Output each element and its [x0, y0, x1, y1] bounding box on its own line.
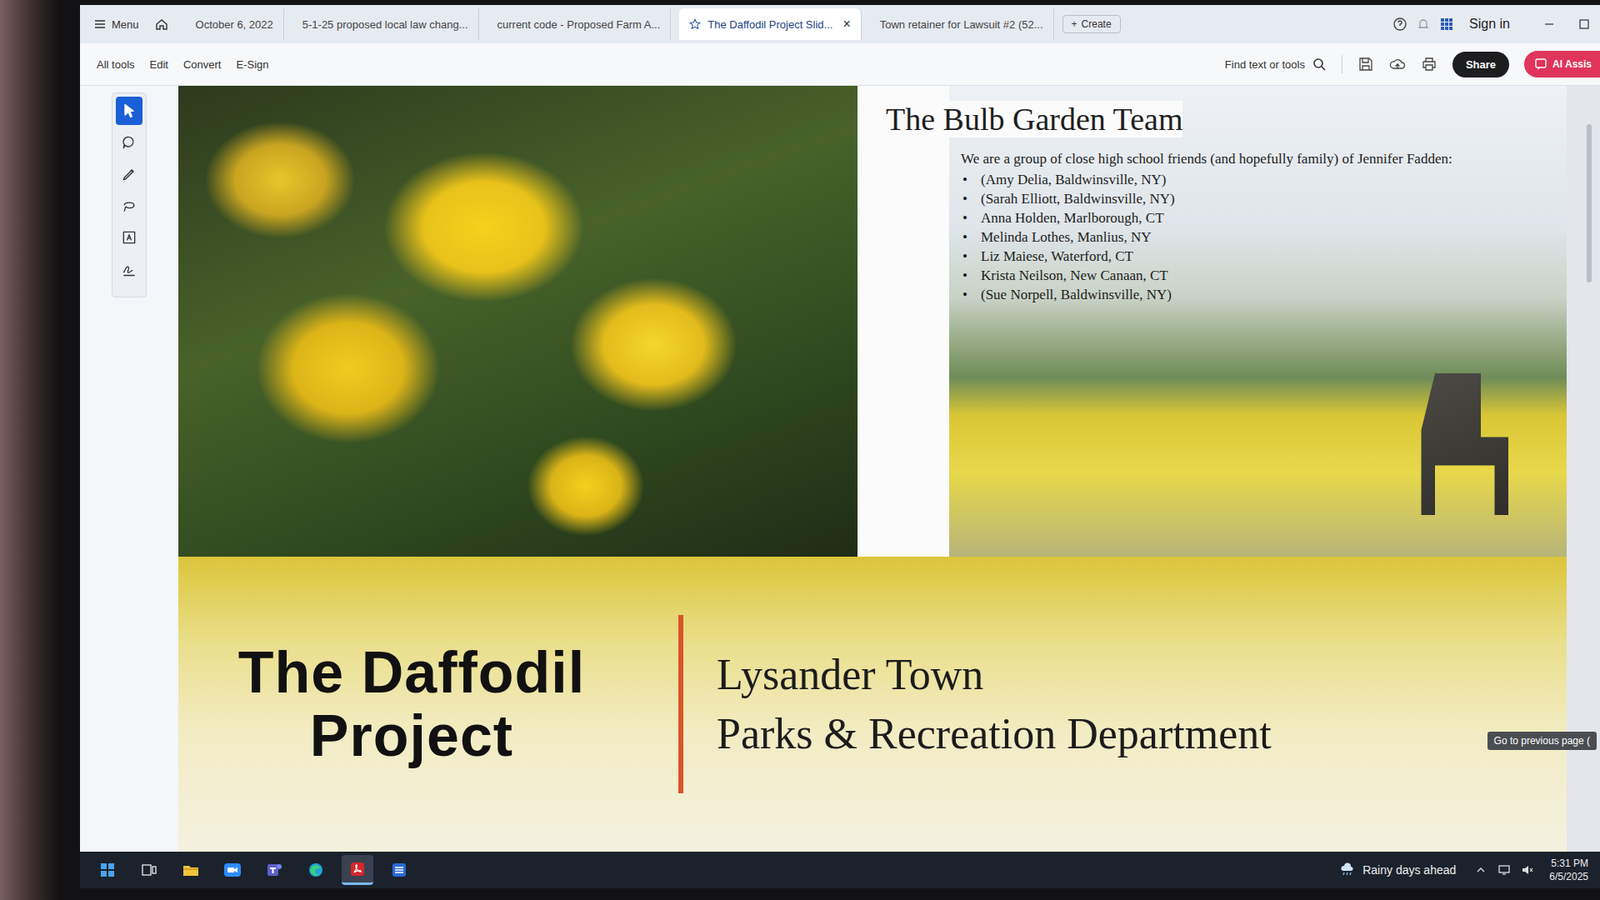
taskbar-app[interactable]: [216, 855, 249, 885]
task-view-icon: [140, 860, 159, 880]
monitor: Menu October 6, 20225-1-25 proposed local…: [0, 0, 1600, 900]
weather-widget[interactable]: Rainy days ahead: [1339, 861, 1456, 879]
chevron-up-icon[interactable]: [1474, 863, 1488, 877]
windows-icon: [98, 860, 117, 880]
screen: Menu October 6, 20225-1-25 proposed local…: [80, 5, 1600, 889]
team-title: The Bulb Garden Team: [877, 100, 1183, 138]
lasso-icon: [120, 197, 138, 215]
close-tab-button[interactable]: ×: [842, 16, 850, 32]
document-view: The Bulb Garden Team We are a group of cl…: [178, 85, 1600, 852]
select-icon: [120, 102, 138, 120]
pen-icon: [120, 165, 138, 183]
toolbar-item[interactable]: Edit: [150, 58, 169, 71]
team-member: •Anna Holden, Marlborough, CT: [960, 208, 1550, 228]
toolbar-item[interactable]: All tools: [96, 58, 135, 71]
taskbar-app[interactable]: [133, 855, 165, 885]
acrobat-icon: [348, 860, 367, 879]
previous-page-tooltip: Go to previous page (: [1487, 731, 1597, 750]
team-member: •Krista Neilson, New Canaan, CT: [960, 265, 1550, 285]
search-icon: [1311, 56, 1327, 72]
home-icon[interactable]: [154, 16, 170, 32]
rain-cloud-icon: [1339, 861, 1356, 879]
network-icon[interactable]: [1497, 863, 1511, 877]
apps-grid-icon[interactable]: [1439, 16, 1455, 32]
toolbar-item[interactable]: E-Sign: [235, 58, 269, 71]
save-icon[interactable]: [1357, 55, 1375, 73]
taskbar-app[interactable]: [175, 855, 207, 885]
title-band: The Daffodil Project Lysander Town Parks &…: [178, 556, 1567, 852]
tab[interactable]: The Daffodil Project Slid...×: [679, 8, 861, 40]
teams-icon: [265, 860, 284, 880]
garden-photo: The Bulb Garden TeamWe are a group of cl…: [949, 85, 1567, 557]
tab[interactable]: current code - Proposed Farm A...: [487, 8, 672, 40]
word-icon: [390, 860, 409, 880]
create-button[interactable]: +Create: [1062, 15, 1121, 34]
tool-rail: [111, 92, 147, 298]
tool-button[interactable]: [115, 223, 143, 252]
taskbar: Rainy days ahead 5:31 PM6/5/2025: [80, 851, 1600, 889]
bench-figure: [1416, 373, 1509, 515]
taskbar-app[interactable]: [341, 855, 374, 885]
taskbar-app[interactable]: [258, 855, 290, 885]
team-member: •(Amy Delia, Baldwinsville, NY): [960, 170, 1550, 190]
bell-icon[interactable]: [1415, 16, 1431, 32]
team-member: •Melinda Lothes, Manlius, NY: [960, 227, 1550, 247]
sign-in-button[interactable]: Sign in: [1469, 16, 1510, 32]
team-intro: We are a group of close high school frie…: [960, 149, 1550, 169]
team-member: •Liz Maiese, Waterford, CT: [960, 246, 1550, 266]
help-icon[interactable]: [1392, 16, 1408, 32]
tab-bar: Menu October 6, 20225-1-25 proposed local…: [80, 5, 1600, 44]
minimize-icon[interactable]: [1541, 16, 1557, 32]
volume-muted-icon[interactable]: [1520, 863, 1535, 877]
organization-line: Lysander Town: [716, 650, 1272, 700]
tool-button[interactable]: [115, 255, 143, 284]
slide: The Bulb Garden Team We are a group of cl…: [178, 85, 1567, 852]
clock[interactable]: 5:31 PM6/5/2025: [1549, 856, 1589, 884]
tool-button[interactable]: [115, 96, 143, 125]
slide-title: The Daffodil Project: [178, 640, 645, 768]
share-button[interactable]: Share: [1452, 51, 1510, 78]
ai-assistant-icon: [1534, 57, 1548, 71]
tool-button[interactable]: [115, 160, 143, 189]
upload-cloud-icon[interactable]: [1389, 55, 1406, 73]
star-icon[interactable]: [689, 18, 701, 30]
team-member: •(Sarah Elliott, Baldwinsville, NY): [960, 189, 1550, 209]
scrollbar[interactable]: [1585, 90, 1594, 844]
workspace: The Bulb Garden Team We are a group of cl…: [80, 85, 1600, 852]
print-icon[interactable]: [1420, 55, 1438, 73]
taskbar-app[interactable]: [300, 855, 332, 885]
tool-button[interactable]: [115, 191, 143, 220]
hamburger-icon: [93, 17, 107, 31]
zoom-icon: [223, 860, 242, 880]
search-field[interactable]: Find text or tools: [1225, 56, 1327, 72]
menu-button[interactable]: Menu: [93, 17, 146, 31]
tab[interactable]: 5-1-25 proposed local law chang...: [292, 8, 480, 40]
maximize-icon[interactable]: [1576, 16, 1592, 32]
team-member: •(Sue Norpell, Baldwinsville, NY): [960, 285, 1550, 305]
file-explorer-icon: [181, 860, 200, 880]
tab[interactable]: October 6, 2022: [185, 8, 285, 40]
edge-icon: [306, 860, 325, 880]
tab[interactable]: Town retainer for Lawsuit #2 (52...: [870, 8, 1055, 40]
daffodil-photo: [178, 85, 858, 557]
toolbar-item[interactable]: Convert: [183, 58, 222, 71]
organization-line: Parks & Recreation Department: [716, 709, 1272, 759]
toolbar: All tools Edit Convert E-Sign Find text or t…: [80, 43, 1600, 86]
signature-icon: [120, 260, 138, 278]
comment-icon: [120, 134, 138, 151]
taskbar-app[interactable]: [91, 855, 124, 885]
ai-assistant-button[interactable]: AI Assis: [1524, 50, 1600, 78]
taskbar-app[interactable]: [383, 855, 415, 885]
tool-button[interactable]: [115, 128, 143, 157]
text-box-icon: [120, 229, 138, 246]
